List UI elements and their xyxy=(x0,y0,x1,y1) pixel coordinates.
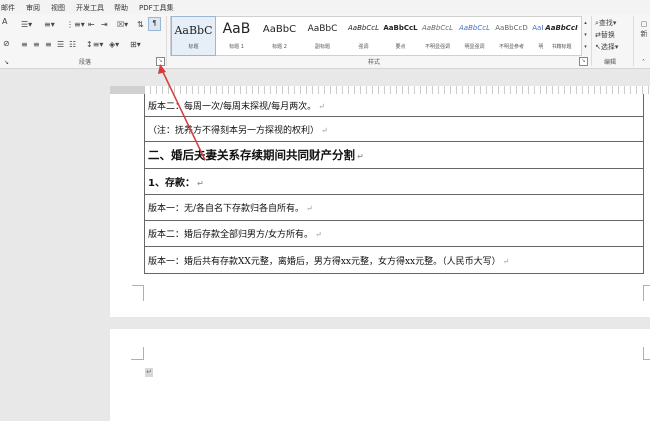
annotation-arrow xyxy=(158,64,206,161)
